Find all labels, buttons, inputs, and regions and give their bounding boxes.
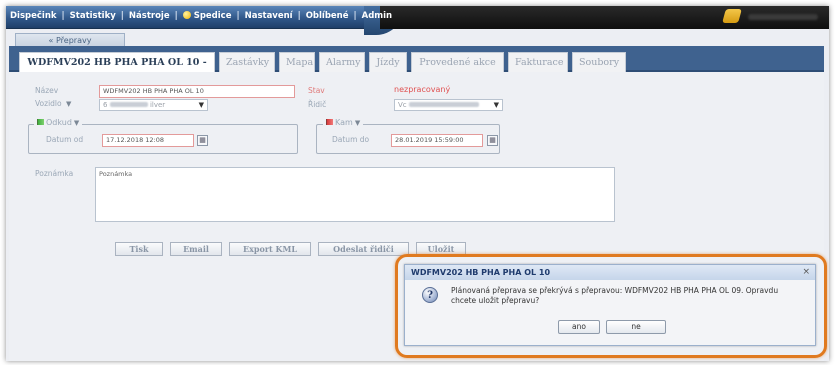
tab-transport[interactable]: WDFMV202 HB PHA PHA OL 10 - Přeprava — [19, 52, 215, 87]
flag-green-icon — [37, 119, 44, 125]
note-label: Poznámka — [35, 169, 74, 178]
tab-invoicing[interactable]: Fakturace — [508, 52, 568, 72]
tab-stops[interactable]: Zastávky — [219, 52, 275, 72]
menu-item-dispecink[interactable]: Dispečink — [10, 11, 57, 21]
menu-separator: | — [61, 11, 65, 21]
app-window: Dispečink | Statistiky | Nástroje | Spedice | Na… — [6, 6, 829, 361]
tab-alarms[interactable]: Alarmy — [319, 52, 365, 72]
driver-value-prefix: Vc — [398, 101, 407, 109]
menu-item-statistiky[interactable]: Statistiky — [70, 11, 116, 21]
status-label: Stav — [308, 86, 325, 95]
menu-separator: | — [174, 11, 178, 21]
tabs-bar: WDFMV202 HB PHA PHA OL 10 - Přeprava Zas… — [9, 46, 824, 87]
from-legend: Odkud ▼ — [34, 118, 83, 127]
save-button[interactable]: Uložit — [416, 242, 466, 256]
dialog-message: Plánovaná přeprava se překrývá s přeprav… — [451, 286, 779, 305]
calendar-icon[interactable]: ▦ — [487, 135, 498, 146]
yes-button[interactable]: ano — [558, 320, 600, 334]
vehicle-select[interactable]: 6 ilver ▼ — [99, 99, 208, 111]
from-legend-text: Odkud — [46, 118, 72, 127]
export-kml-button[interactable]: Export KML — [229, 242, 311, 256]
vehicle-value-suffix: ilver — [149, 101, 166, 109]
filter-icon[interactable]: ▼ — [74, 119, 79, 127]
menu-item-nastroje[interactable]: Nástroje — [129, 11, 170, 21]
chevron-down-icon: ▼ — [493, 101, 499, 109]
to-legend-text: Kam — [335, 118, 353, 127]
chevron-down-icon: ▼ — [198, 101, 204, 109]
menu-separator: | — [297, 11, 301, 21]
menu-item-oblibene[interactable]: Oblíbené — [306, 11, 349, 21]
tab-map[interactable]: Mapa — [279, 52, 315, 72]
name-input[interactable]: WDFMV202 HB PHA PHA OL 10 — [99, 85, 295, 98]
tab-files[interactable]: Soubory — [572, 52, 626, 72]
menu-item-spedice-label: Spedice — [193, 11, 232, 21]
main-menu: Dispečink | Statistiky | Nástroje | Spedice | Na… — [10, 11, 392, 21]
vehicle-label: Vozidlo ▼ — [35, 99, 71, 108]
email-button[interactable]: Email — [170, 242, 222, 256]
top-menu-bar: Dispečink | Statistiky | Nástroje | Spedice | Na… — [6, 6, 829, 35]
date-from-input[interactable]: 17.12.2018 12:08 — [102, 134, 194, 147]
back-to-transports-tab[interactable]: « Přepravy — [15, 33, 125, 47]
date-from-label: Datum od — [46, 135, 84, 144]
dialog-title: WDFMV202 HB PHA PHA OL 10 — [405, 265, 815, 280]
filter-icon[interactable]: ▼ — [66, 100, 71, 108]
menu-item-nastaveni[interactable]: Nastavení — [245, 11, 293, 21]
driver-value-blurred — [408, 102, 479, 107]
spedice-dot-icon — [182, 11, 191, 19]
menu-item-admin[interactable]: Admin — [362, 11, 393, 21]
user-name-blurred — [748, 14, 818, 20]
note-textarea[interactable]: Poznámka — [95, 167, 615, 222]
status-value: nezpracovaný — [394, 85, 451, 94]
menu-separator: | — [236, 11, 240, 21]
driver-label: Řidič — [308, 100, 327, 109]
vehicle-label-text: Vozidlo — [35, 99, 62, 108]
vehicle-value-prefix: 6 — [103, 101, 108, 109]
close-icon[interactable]: × — [802, 266, 810, 278]
menu-separator: | — [353, 11, 357, 21]
driver-select[interactable]: Vc ▼ — [394, 99, 503, 111]
date-to-label: Datum do — [332, 135, 370, 144]
no-button[interactable]: ne — [606, 320, 666, 334]
print-button[interactable]: Tisk — [115, 242, 163, 256]
to-legend: Kam ▼ — [323, 118, 364, 127]
calendar-icon[interactable]: ▦ — [197, 135, 208, 146]
tab-rides[interactable]: Jízdy — [369, 52, 407, 72]
send-to-driver-button[interactable]: Odeslat řidiči — [318, 242, 409, 256]
tab-performed-actions[interactable]: Provedené akce — [411, 52, 504, 72]
date-to-input[interactable]: 28.01.2019 15:59:00 — [391, 134, 483, 147]
menu-item-spedice[interactable]: Spedice — [182, 11, 232, 21]
name-label: Název — [35, 86, 59, 95]
flag-red-icon — [326, 119, 333, 125]
menu-separator: | — [120, 11, 124, 21]
vehicle-value-blurred — [109, 102, 148, 107]
filter-icon[interactable]: ▼ — [355, 119, 360, 127]
overlap-confirm-dialog: WDFMV202 HB PHA PHA OL 10 × ? Plánovaná … — [404, 264, 816, 346]
question-icon: ? — [422, 287, 438, 303]
